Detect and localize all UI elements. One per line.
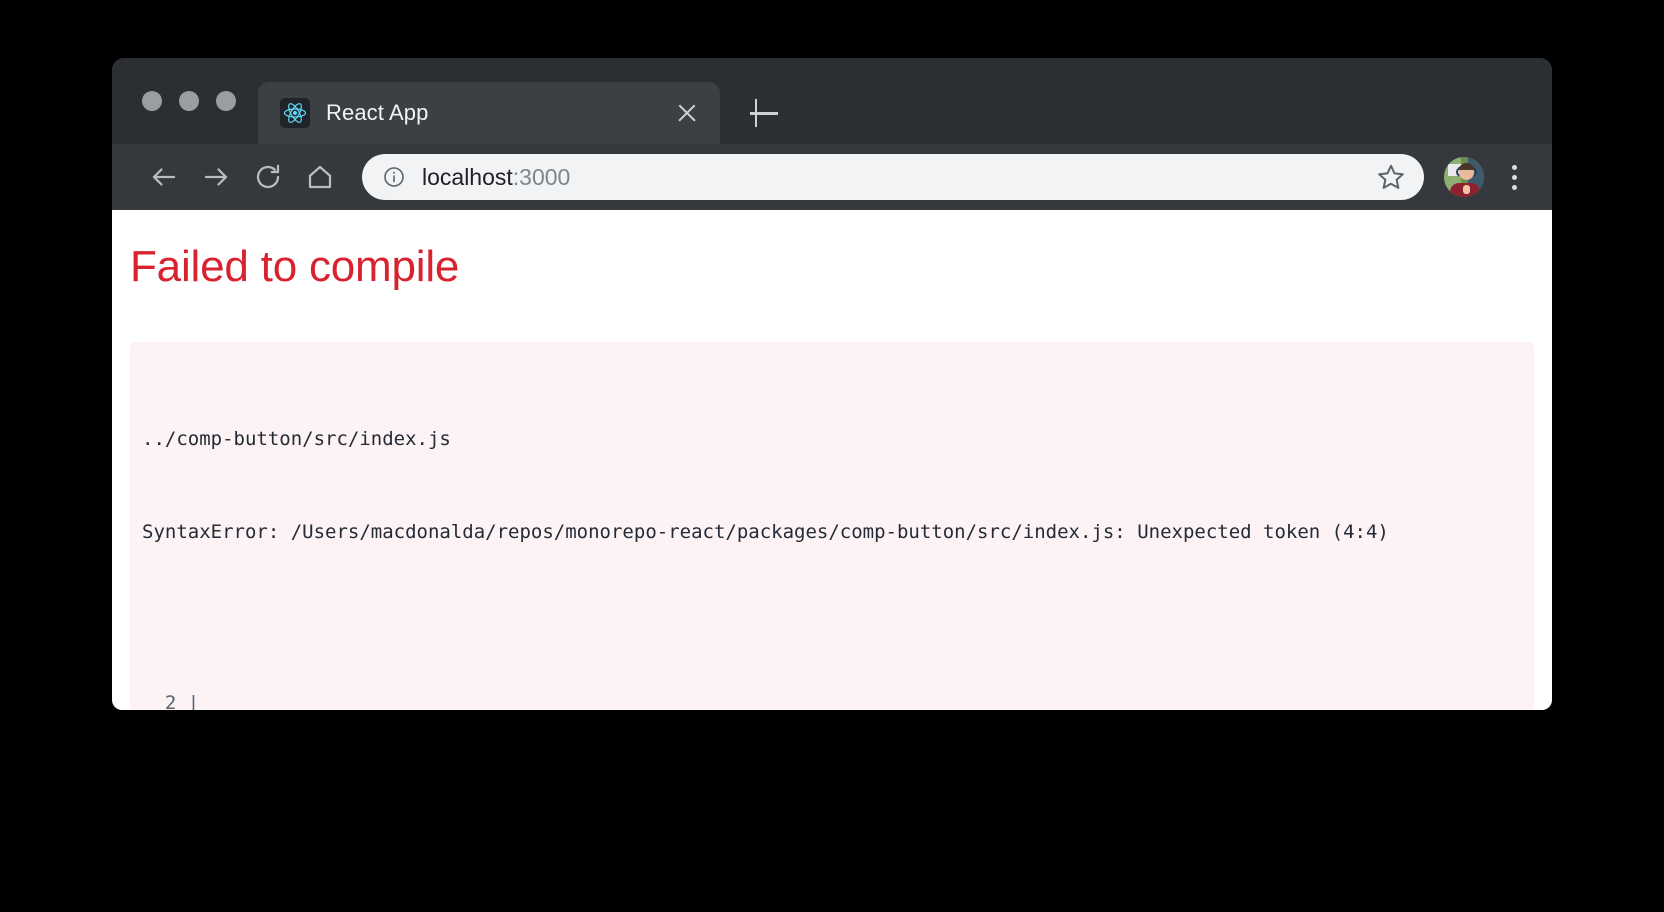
window-traffic-lights xyxy=(130,58,250,144)
three-dot-menu-icon[interactable] xyxy=(1494,154,1534,200)
home-button[interactable] xyxy=(294,151,346,203)
tab-strip: React App xyxy=(112,58,1552,144)
profile-avatar[interactable] xyxy=(1444,157,1484,197)
new-tab-button[interactable] xyxy=(742,91,786,135)
page-content: Failed to compile ../comp-button/src/ind… xyxy=(112,210,1552,710)
close-window-button[interactable] xyxy=(142,91,162,111)
browser-toolbar: localhost:3000 xyxy=(112,144,1552,210)
error-panel: ../comp-button/src/index.js SyntaxError:… xyxy=(130,342,1534,710)
url-text: localhost:3000 xyxy=(422,164,1366,191)
tab-title: React App xyxy=(326,100,429,125)
error-spacer xyxy=(142,610,1522,626)
forward-button[interactable] xyxy=(190,151,242,203)
page-title: Failed to compile xyxy=(130,242,460,291)
code-line: 2 | xyxy=(142,688,1522,710)
error-code-frame: 2 | 3 | const Button = ({ type = 'button… xyxy=(142,688,1522,710)
react-logo-icon xyxy=(280,98,310,128)
info-circle-icon[interactable] xyxy=(382,165,406,189)
error-file-path: ../comp-button/src/index.js xyxy=(142,428,451,450)
browser-window: React App localhost:3000 Failed to compi… xyxy=(112,58,1552,710)
error-message: SyntaxError: /Users/macdonalda/repos/mon… xyxy=(142,521,1389,543)
code-line-marker xyxy=(142,692,153,710)
url-host: localhost xyxy=(422,163,513,190)
zoom-window-button[interactable] xyxy=(216,91,236,111)
bookmark-star-icon[interactable] xyxy=(1376,162,1406,192)
code-line-gutter: | xyxy=(187,692,200,710)
close-tab-icon[interactable] xyxy=(672,98,702,128)
code-line-number: 2 xyxy=(153,692,188,710)
screen-root: React App localhost:3000 Failed to compi… xyxy=(0,0,1664,912)
back-button[interactable] xyxy=(138,151,190,203)
address-bar[interactable]: localhost:3000 xyxy=(362,154,1424,200)
browser-tab-react-app[interactable]: React App xyxy=(258,82,720,144)
url-port: :3000 xyxy=(512,163,571,190)
minimize-window-button[interactable] xyxy=(179,91,199,111)
reload-button[interactable] xyxy=(242,151,294,203)
